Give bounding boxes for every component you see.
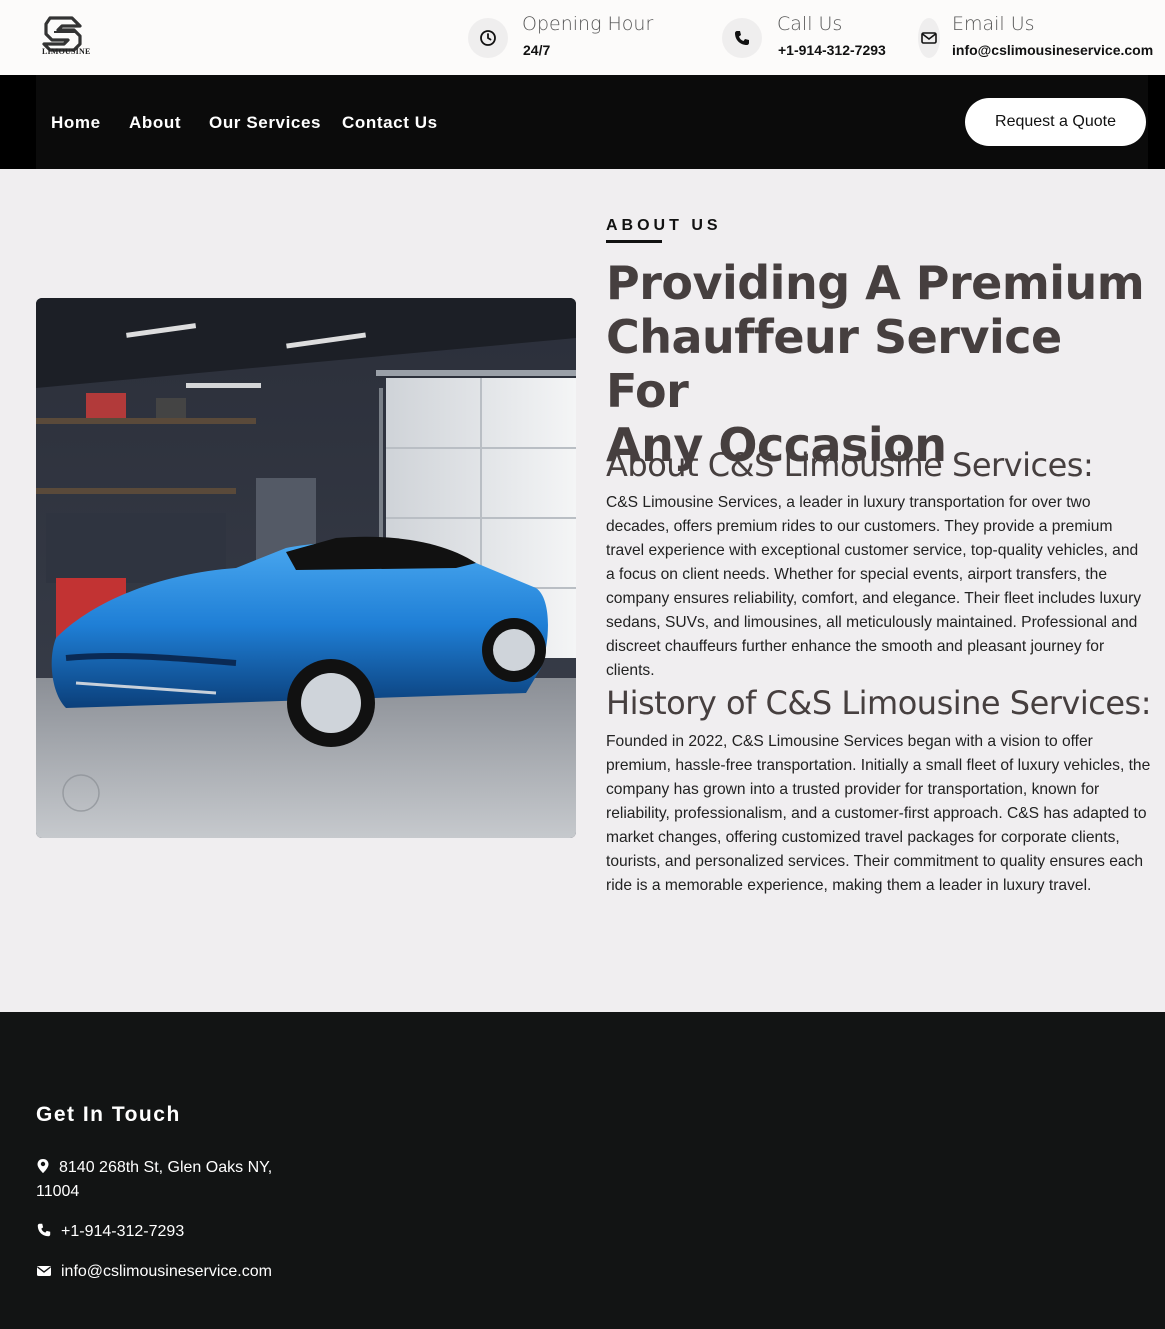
logo-text: LIMOUSINE	[42, 47, 91, 56]
envelope-icon	[918, 18, 940, 58]
footer-email-text[interactable]: info@cslimousineservice.com	[61, 1263, 272, 1280]
opening-hour-value: 24/7	[523, 42, 551, 58]
footer-address-text: 8140 268th St, Glen Oaks NY, 11004	[36, 1159, 273, 1200]
about-headline: Providing A Premium Chauffeur Service Fo…	[606, 256, 1146, 472]
footer-title: Get In Touch	[36, 1103, 181, 1126]
footer-address: 8140 268th St, Glen Oaks NY, 11004	[36, 1156, 286, 1204]
headline-line-1: Providing A Premium	[606, 256, 1145, 310]
envelope-icon	[37, 1266, 51, 1276]
garage-car-photo	[36, 298, 576, 838]
opening-hour-title: Opening Hour	[522, 13, 654, 35]
map-pin-icon	[37, 1159, 49, 1173]
about-services-title: About C&S Limousine Services:	[606, 446, 1094, 484]
call-us-title: Call Us	[777, 13, 843, 35]
nav-about[interactable]: About	[129, 113, 181, 133]
request-quote-button[interactable]: Request a Quote	[965, 98, 1146, 146]
nav-home[interactable]: Home	[51, 113, 101, 133]
phone-icon	[722, 18, 762, 58]
eyebrow-underline	[606, 240, 662, 243]
history-title: History of C&S Limousine Services:	[606, 684, 1151, 722]
call-us-value[interactable]: +1-914-312-7293	[778, 42, 886, 58]
footer-phone-text[interactable]: +1-914-312-7293	[61, 1223, 184, 1240]
top-bar: LIMOUSINE Opening Hour 24/7 Call Us +1-9…	[0, 0, 1165, 75]
nav-our-services[interactable]: Our Services	[209, 113, 321, 133]
email-us-title: Email Us	[952, 13, 1035, 35]
headline-line-2: Chauffeur Service For	[606, 310, 1062, 418]
history-text: Founded in 2022, C&S Limousine Services …	[606, 733, 1151, 894]
about-services-text: C&S Limousine Services, a leader in luxu…	[606, 494, 1142, 679]
footer-email[interactable]: info@cslimousineservice.com	[36, 1260, 286, 1284]
phone-icon	[37, 1223, 51, 1237]
footer: Get In Touch 8140 268th St, Glen Oaks NY…	[0, 1012, 1165, 1329]
email-us-value[interactable]: info@cslimousineservice.com	[952, 42, 1153, 58]
footer-phone[interactable]: +1-914-312-7293	[36, 1220, 286, 1244]
main-nav: Home About Our Services Contact Us Reque…	[0, 75, 1165, 169]
about-section: ABOUT US Providing A Premium Chauffeur S…	[0, 169, 1165, 1012]
about-eyebrow: ABOUT US	[606, 217, 722, 234]
nav-contact-us[interactable]: Contact Us	[342, 113, 438, 133]
clock-icon	[468, 18, 508, 58]
